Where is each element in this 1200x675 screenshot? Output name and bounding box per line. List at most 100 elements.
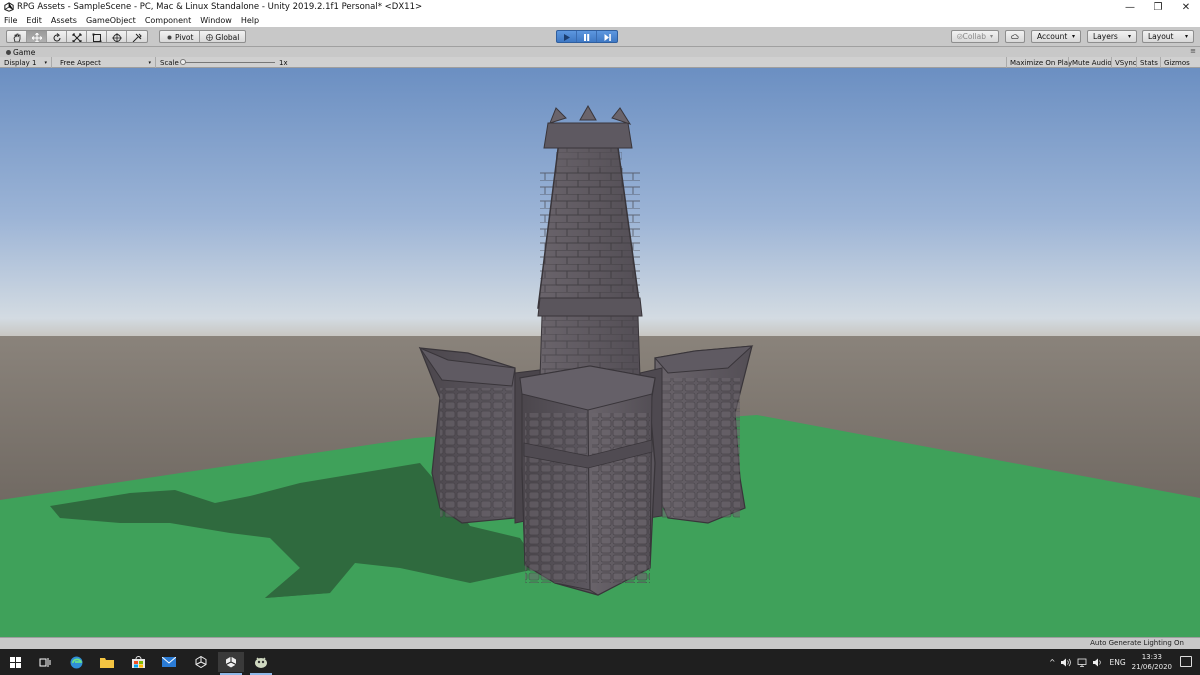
game-view-toolbar: Display 1 ▾ Free Aspect ▾ Scale 1x Maxim… — [0, 57, 1200, 68]
chevron-down-icon: ▾ — [44, 59, 47, 66]
layout-label: Layout — [1148, 32, 1174, 41]
step-button[interactable] — [597, 31, 617, 42]
globe-icon — [206, 34, 214, 41]
chevron-down-icon: ▾ — [989, 33, 993, 40]
tray-clock[interactable]: 13:33 21/06/2020 — [1132, 652, 1172, 672]
scene-render — [0, 68, 1200, 637]
global-label: Global — [215, 33, 240, 42]
windows-start-icon — [9, 656, 21, 668]
maximize-on-play-toggle[interactable]: Maximize On Play — [1006, 57, 1075, 68]
volume-icon[interactable] — [1061, 658, 1072, 667]
stats-toggle[interactable]: Stats — [1136, 57, 1161, 68]
tray-overflow-chevron[interactable]: ^ — [1049, 658, 1055, 667]
display-dropdown[interactable]: Display 1 ▾ — [0, 57, 52, 68]
custom-tool-button[interactable] — [127, 31, 147, 42]
collab-label: Collab — [962, 32, 986, 41]
pivot-icon — [167, 35, 172, 40]
aspect-dropdown[interactable]: Free Aspect ▾ — [56, 57, 156, 68]
menu-window[interactable]: Window — [200, 16, 232, 25]
clock-time: 13:33 — [1141, 653, 1162, 661]
rect-tool-button[interactable] — [87, 31, 107, 42]
account-dropdown[interactable]: Account ▾ — [1031, 30, 1081, 43]
cloud-button[interactable] — [1005, 30, 1025, 43]
pivot-label: Pivot — [175, 33, 194, 42]
windows-start-button[interactable] — [2, 652, 28, 672]
rect-tool-icon — [92, 33, 101, 42]
minimize-button[interactable]: — — [1116, 0, 1144, 14]
mail-button[interactable] — [156, 652, 182, 672]
restore-button[interactable]: ❐ — [1144, 0, 1172, 14]
gizmos-dropdown[interactable]: Gizmos — [1160, 57, 1193, 68]
pause-icon — [584, 34, 590, 41]
notification-center-icon[interactable] — [1180, 656, 1192, 667]
unity-hub-button[interactable] — [188, 652, 214, 672]
edge-button[interactable] — [63, 652, 89, 672]
menu-help[interactable]: Help — [241, 16, 259, 25]
menu-assets[interactable]: Assets — [51, 16, 77, 25]
status-lighting-text: Auto Generate Lighting On — [1090, 639, 1184, 647]
game-app-icon — [255, 656, 267, 668]
rotate-tool-button[interactable] — [47, 31, 67, 42]
speaker-icon[interactable] — [1093, 658, 1103, 667]
pivot-toggle[interactable]: Pivot — [160, 31, 201, 42]
global-toggle[interactable]: Global — [200, 31, 245, 42]
scale-label: Scale — [160, 58, 179, 67]
menu-gameobject[interactable]: GameObject — [86, 16, 136, 25]
tab-game[interactable]: Game — [6, 48, 35, 57]
layout-dropdown[interactable]: Layout ▾ — [1142, 30, 1194, 43]
scale-slider-thumb[interactable] — [180, 59, 186, 65]
play-controls — [556, 30, 618, 43]
mute-audio-toggle[interactable]: Mute Audio — [1068, 57, 1115, 68]
play-button[interactable] — [557, 31, 577, 42]
status-bar: Auto Generate Lighting On — [0, 637, 1200, 649]
game-viewport[interactable] — [0, 68, 1200, 637]
scale-slider-track[interactable] — [183, 62, 275, 63]
display-label: Display 1 — [4, 58, 37, 67]
game-app-button[interactable] — [248, 652, 274, 675]
collab-dropdown[interactable]: Collab ▾ — [951, 30, 999, 43]
close-button[interactable]: ✕ — [1172, 0, 1200, 14]
move-tool-button[interactable] — [27, 31, 47, 42]
window-title: RPG Assets - SampleScene - PC, Mac & Lin… — [17, 2, 423, 12]
task-view-button[interactable] — [32, 652, 58, 672]
layers-label: Layers — [1093, 32, 1118, 41]
main-toolbar: Pivot Global Collab ▾ Account ▾ Layers ▾… — [0, 27, 1200, 47]
tab-menu-icon[interactable]: ≡ — [1190, 47, 1196, 55]
layers-dropdown[interactable]: Layers ▾ — [1087, 30, 1137, 43]
menu-file[interactable]: File — [4, 16, 17, 25]
language-indicator[interactable]: ENG — [1109, 658, 1125, 667]
clock-date: 21/06/2020 — [1131, 663, 1172, 671]
pause-button[interactable] — [577, 31, 597, 42]
menu-component[interactable]: Component — [145, 16, 191, 25]
windows-taskbar: ^ ENG 13:33 21/06/2020 — [0, 649, 1200, 675]
move-arrows-icon — [31, 32, 42, 42]
game-tab-bar: Game ≡ — [0, 47, 1200, 57]
account-label: Account — [1037, 32, 1068, 41]
transform-icon — [111, 32, 122, 42]
transform-tool-button[interactable] — [107, 31, 127, 42]
store-button[interactable] — [125, 652, 151, 672]
menu-edit[interactable]: Edit — [26, 16, 42, 25]
scale-tool-button[interactable] — [67, 31, 87, 42]
unity-editor-button[interactable] — [218, 652, 244, 675]
chevron-down-icon: ▾ — [1184, 33, 1188, 40]
play-icon — [564, 34, 570, 41]
edge-icon — [70, 656, 82, 668]
chevron-down-icon: ▾ — [1127, 33, 1131, 40]
rotate-icon — [53, 32, 61, 41]
menu-bar: File Edit Assets GameObject Component Wi… — [0, 14, 1200, 27]
network-icon[interactable] — [1077, 658, 1087, 667]
game-tab-label: Game — [13, 47, 36, 57]
cloud-icon — [1011, 34, 1019, 39]
system-tray: ^ ENG 13:33 21/06/2020 — [1049, 651, 1172, 673]
tools-icon — [132, 33, 142, 42]
scale-value: 1x — [279, 58, 288, 67]
aspect-label: Free Aspect — [60, 58, 101, 67]
store-icon — [131, 656, 145, 668]
step-icon — [604, 34, 611, 41]
window-title-bar: RPG Assets - SampleScene - PC, Mac & Lin… — [0, 0, 1200, 14]
unity-logo-icon — [4, 2, 14, 12]
hand-tool-button[interactable] — [7, 31, 27, 42]
file-explorer-button[interactable] — [94, 652, 120, 672]
transform-tools — [6, 30, 148, 43]
